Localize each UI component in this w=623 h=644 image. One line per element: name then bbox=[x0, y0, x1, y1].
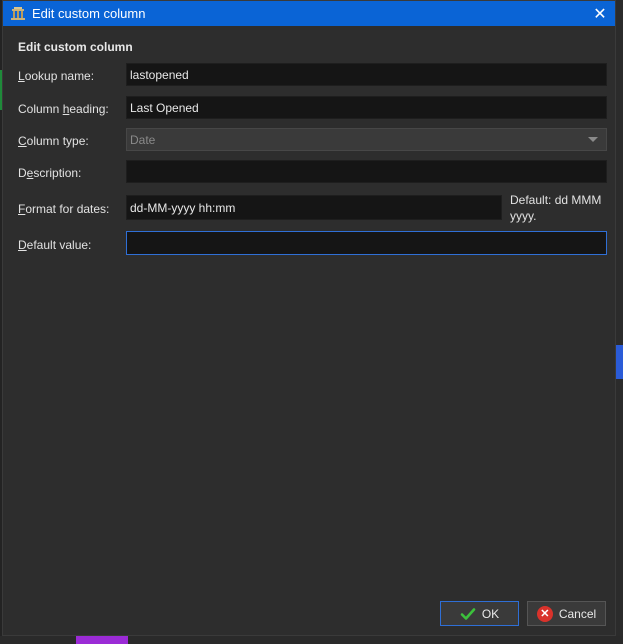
default-value-input[interactable] bbox=[126, 231, 607, 255]
background-selection-sliver bbox=[616, 345, 623, 379]
calibre-icon bbox=[10, 6, 26, 22]
title-bar[interactable]: Edit custom column ✕ bbox=[3, 1, 615, 26]
window-title: Edit custom column bbox=[32, 6, 146, 21]
edit-custom-column-dialog: Edit custom column ✕ Edit custom column … bbox=[2, 0, 616, 636]
lookup-name-label: Lookup name: bbox=[18, 69, 94, 83]
close-button[interactable]: ✕ bbox=[591, 3, 609, 23]
ok-button[interactable]: OK bbox=[440, 601, 519, 626]
description-input[interactable] bbox=[126, 160, 607, 183]
lookup-name-label-text: ookup name: bbox=[24, 69, 95, 83]
column-type-accel: C bbox=[18, 134, 27, 148]
section-title: Edit custom column bbox=[18, 40, 133, 54]
background-tab-sliver bbox=[76, 636, 128, 644]
default-value-label: Default value: bbox=[18, 238, 91, 252]
format-for-dates-input[interactable]: dd-MM-yyyy hh:mm bbox=[126, 195, 502, 220]
column-heading-label-pre: Column bbox=[18, 102, 63, 116]
format-for-dates-label-text: ormat for dates: bbox=[25, 202, 110, 216]
dialog-content: Edit custom column Lookup name: lastopen… bbox=[3, 26, 615, 635]
ok-label: OK bbox=[481, 606, 500, 621]
lookup-name-value: lastopened bbox=[130, 67, 189, 82]
column-heading-input[interactable]: Last Opened bbox=[126, 96, 607, 119]
checkmark-icon bbox=[460, 606, 476, 622]
cancel-button[interactable]: ✕ Cancel bbox=[527, 601, 606, 626]
lookup-name-accel: L bbox=[18, 69, 25, 83]
default-value-label-text: efault value: bbox=[26, 238, 92, 252]
background-bottom-sliver bbox=[0, 636, 623, 644]
format-default-hint: Default: dd MMM yyyy. bbox=[510, 193, 602, 223]
background-right-sliver bbox=[616, 0, 623, 644]
column-type-label: Column type: bbox=[18, 134, 89, 148]
lookup-name-input[interactable]: lastopened bbox=[126, 63, 607, 86]
column-heading-value: Last Opened bbox=[130, 100, 199, 115]
default-value-accel: D bbox=[18, 238, 27, 252]
cancel-icon: ✕ bbox=[536, 605, 553, 622]
chevron-down-icon bbox=[588, 137, 598, 142]
column-heading-label-text: eading: bbox=[69, 102, 109, 116]
description-label-text: scription: bbox=[33, 166, 82, 180]
format-for-dates-label: Format for dates: bbox=[18, 202, 109, 216]
column-heading-label: Column heading: bbox=[18, 102, 109, 116]
description-label-pre: D bbox=[18, 166, 27, 180]
cancel-label: Cancel bbox=[558, 606, 597, 621]
column-type-select[interactable]: Date bbox=[126, 128, 607, 151]
description-label: Description: bbox=[18, 166, 81, 180]
column-type-label-text: olumn type: bbox=[26, 134, 89, 148]
close-icon: ✕ bbox=[593, 3, 607, 23]
column-type-value: Date bbox=[130, 132, 156, 147]
format-for-dates-value: dd-MM-yyyy hh:mm bbox=[130, 200, 236, 215]
